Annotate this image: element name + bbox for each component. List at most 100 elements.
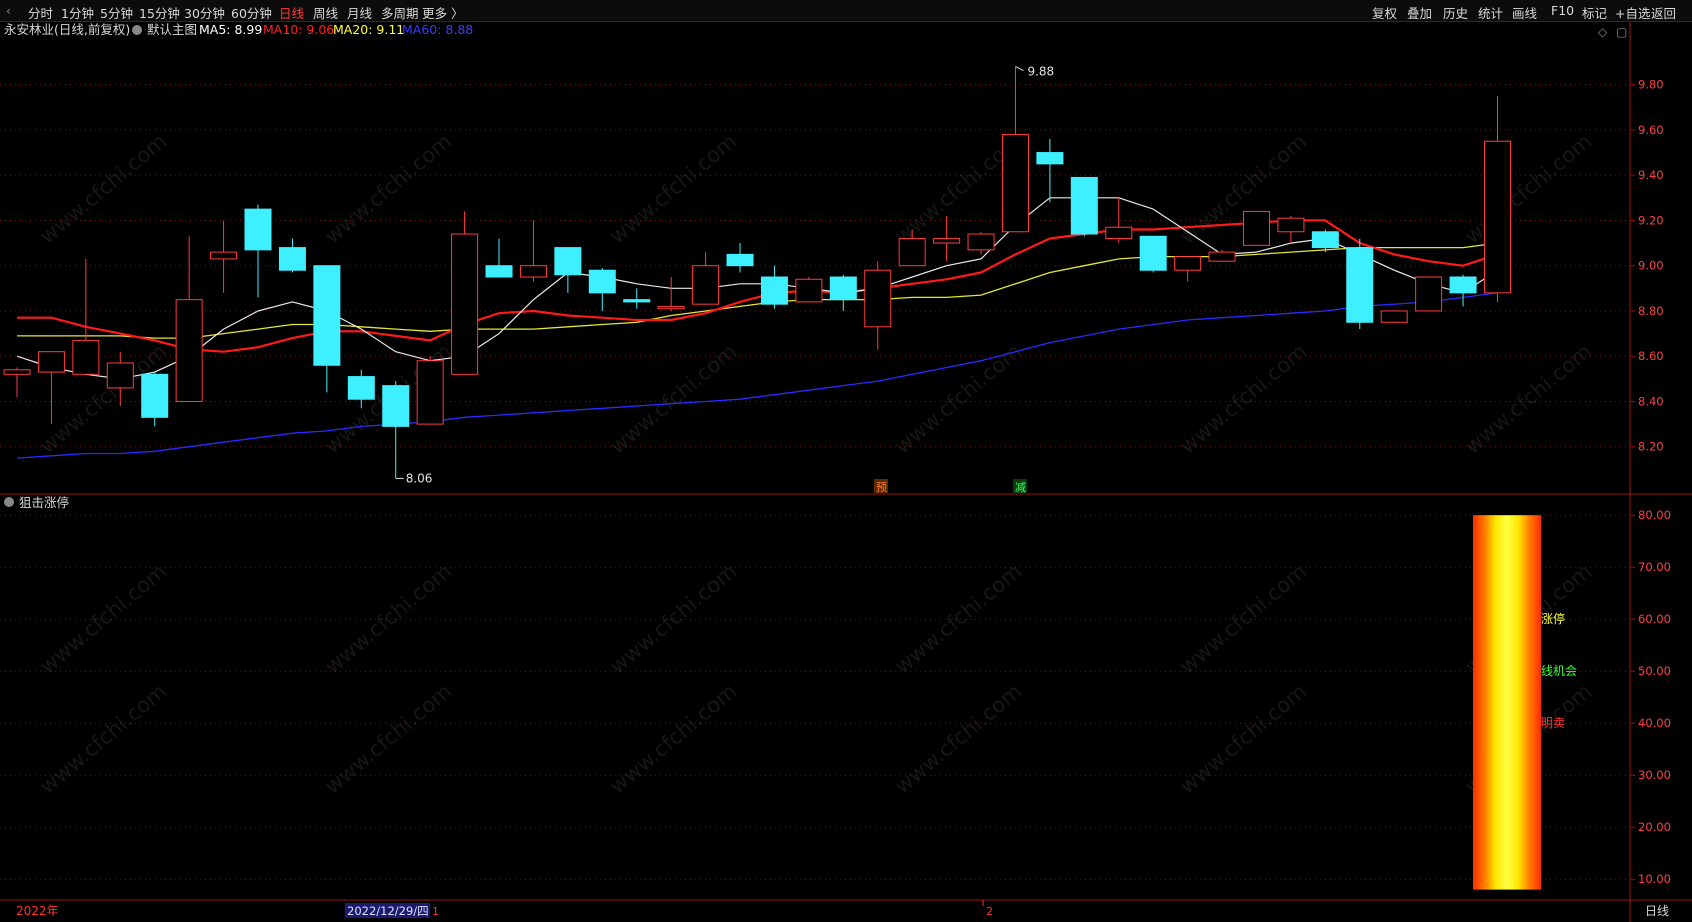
candle-body (175, 299, 203, 402)
watermark-text: www.cfchi.com (605, 129, 741, 249)
candle-body (864, 269, 892, 328)
price-tick-label: 9.40 (1638, 168, 1664, 182)
candle-body (106, 362, 134, 389)
ma-legend-0: MA5: 8.99 (199, 22, 262, 37)
indicator-gradient-bar (1473, 515, 1541, 890)
crosshair-date-label: 2022/12/29/四 (347, 904, 429, 918)
watermark-text: www.cfchi.com (320, 679, 456, 799)
date-tick-1: 1 (432, 905, 439, 918)
period-tab-3[interactable]: 15分钟 (139, 3, 180, 22)
candle-body (1311, 231, 1339, 249)
price-tick-label: 9.60 (1638, 123, 1664, 137)
candle-body (1346, 247, 1374, 323)
indicator-text-label-2: 明卖 (1541, 716, 1565, 730)
diamond-icon: ◇ (1598, 25, 1608, 39)
indicator-tick-label: 80.00 (1638, 508, 1671, 522)
candle-body (898, 238, 926, 267)
ma5-line (16, 197, 1498, 380)
period-tab-4[interactable]: 30分钟 (184, 3, 225, 22)
kline-chart: 9.80 9.60 9.40 9.20 9.00 8.80 8.60 8.40 8.20 80.0… (0, 22, 1692, 922)
watermark-text: www.cfchi.com (890, 339, 1026, 459)
candle-body (451, 233, 479, 375)
period-tab-8[interactable]: 月线 (347, 3, 372, 22)
sub-collapse-icon[interactable] (4, 497, 14, 507)
price-tick-label: 9.00 (1638, 259, 1664, 273)
candle-body (244, 208, 272, 251)
period-tab-0[interactable]: 分时 (28, 3, 53, 22)
candle-body (692, 265, 720, 305)
period-tab-5[interactable]: 60分钟 (231, 3, 272, 22)
indicator-text-label-1: 线机会 (1541, 664, 1577, 678)
candle-body (313, 265, 341, 366)
price-tick-label: 8.20 (1638, 440, 1664, 454)
period-toolbar: 分时 1分钟 5分钟 15分钟 30分钟 60分钟 日线 周线 月线 多周期 更多 〉 复权 叠加 历史统… (0, 0, 1692, 22)
period-tab-6[interactable]: 日线 (279, 3, 304, 22)
watermark-text: www.cfchi.com (35, 129, 171, 249)
year-label: 2022年 (16, 904, 59, 918)
candle-body (3, 369, 31, 375)
tool-button-1[interactable]: 叠加 (1407, 3, 1432, 22)
watermark-text: www.cfchi.com (35, 679, 171, 799)
candle-body (485, 265, 513, 278)
tool-button-5[interactable]: F10 (1551, 3, 1574, 18)
price-tick-label: 9.80 (1638, 78, 1664, 92)
ma20-line (17, 242, 1498, 339)
period-tab-7[interactable]: 周线 (313, 3, 338, 22)
watermark-text: www.cfchi.com (890, 679, 1026, 799)
period-label: 日线 (1645, 904, 1669, 918)
candle-body (37, 351, 65, 373)
period-tab-9[interactable]: 多周期 (381, 3, 419, 22)
stock-title: 永安林业(日线,前复权) (4, 22, 130, 37)
collapse-icon[interactable] (132, 25, 142, 35)
sub-indicator-title: 狙击涨停 (19, 495, 69, 510)
candle-body (1415, 276, 1443, 312)
signal-label-1: 预 (876, 481, 887, 494)
date-tick-2: 2 (986, 905, 993, 918)
indicator-tick-label: 40.00 (1638, 716, 1671, 730)
watermark-text: www.cfchi.com (605, 339, 741, 459)
tool-button-6[interactable]: 标记 (1582, 3, 1607, 22)
tool-button-8[interactable]: 返回 (1651, 3, 1676, 22)
tool-button-4[interactable]: 画线 (1512, 3, 1537, 22)
candle-body (657, 305, 685, 310)
high-marker (1015, 66, 1024, 72)
candle-body (1380, 310, 1408, 323)
candle-body (1036, 152, 1064, 165)
watermark-text: www.cfchi.com (605, 679, 741, 799)
watermark-text: www.cfchi.com (1175, 679, 1311, 799)
indicator-tick-label: 70.00 (1638, 560, 1671, 574)
price-tick-label: 8.60 (1638, 349, 1664, 363)
period-tab-1[interactable]: 1分钟 (61, 3, 94, 22)
candle-body (347, 376, 375, 400)
watermark-text: www.cfchi.com (1460, 339, 1596, 459)
period-tab-10[interactable]: 更多 〉 (422, 3, 463, 22)
candle-body (210, 251, 238, 260)
tool-button-3[interactable]: 统计 (1478, 3, 1503, 22)
tool-button-7[interactable]: +自选 (1615, 3, 1650, 22)
tool-button-2[interactable]: 历史 (1443, 3, 1468, 22)
candle-body (416, 360, 444, 425)
price-tick-label: 9.20 (1638, 213, 1664, 227)
indicator-title: 默认主图 (147, 22, 197, 37)
tool-button-0[interactable]: 复权 (1372, 3, 1397, 22)
ma-legend-3: MA60: 8.88 (402, 22, 473, 37)
candle-body (1139, 235, 1167, 271)
indicator-text-label-0: 涨停 (1541, 611, 1565, 626)
candle-body (72, 339, 100, 375)
candle-body (967, 233, 995, 251)
back-arrow-icon[interactable]: ‹ (6, 3, 11, 18)
indicator-tick-label: 10.00 (1638, 872, 1671, 886)
period-tab-2[interactable]: 5分钟 (100, 3, 133, 22)
candle-body (1483, 140, 1511, 294)
candle-body (141, 373, 169, 418)
signal-label-2: 减 (1015, 481, 1026, 494)
high-price-label: 9.88 (1027, 65, 1054, 79)
ma-legend-2: MA20: 9.11 (333, 22, 404, 37)
candle-body (1105, 226, 1133, 240)
candle-body (1208, 251, 1236, 262)
candle-body (1449, 276, 1477, 294)
candle-body (933, 238, 961, 244)
candle-body (278, 247, 306, 271)
watermark-text: www.cfchi.com (1175, 339, 1311, 459)
indicator-tick-label: 50.00 (1638, 664, 1671, 678)
